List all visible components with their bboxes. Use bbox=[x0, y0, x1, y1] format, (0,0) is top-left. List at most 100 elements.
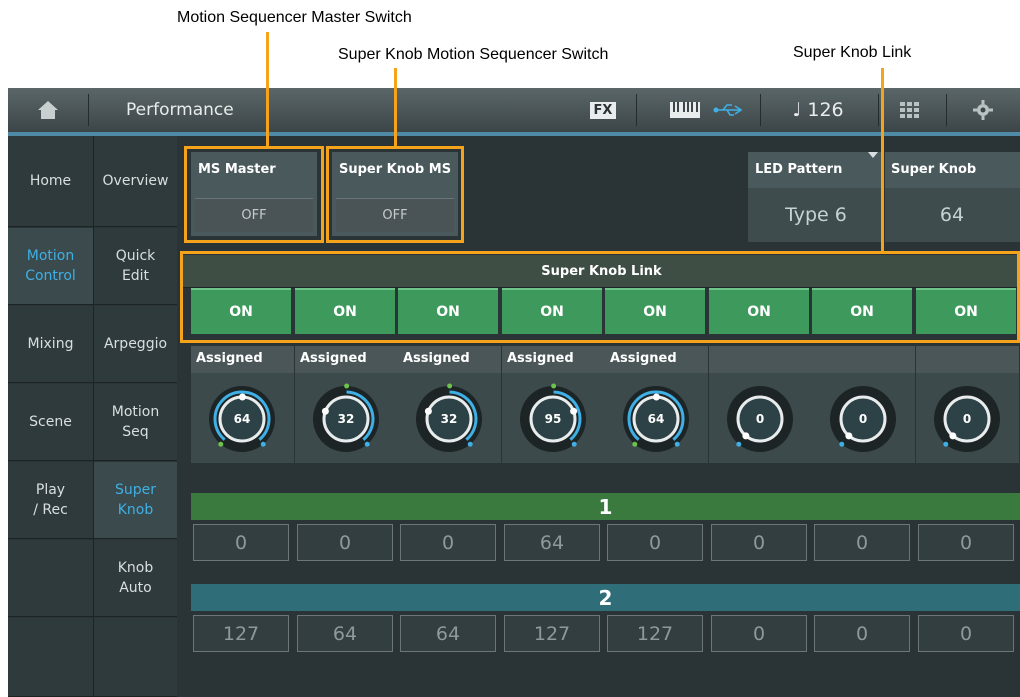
knob-value: 95 bbox=[545, 412, 562, 426]
annotation-super-knob-ms: Super Knob Motion Sequencer Switch bbox=[338, 46, 609, 63]
part2-value-cell[interactable]: 127 bbox=[193, 615, 289, 652]
super-knob-value[interactable]: 64 bbox=[884, 192, 1020, 238]
part-2-header: 2 bbox=[191, 584, 1020, 611]
nav-primary-item[interactable]: Play / Rec bbox=[8, 462, 93, 539]
part1-value-cell[interactable]: 0 bbox=[193, 524, 289, 561]
super-knob-label: Super Knob bbox=[891, 162, 977, 177]
part1-value-cell[interactable]: 0 bbox=[607, 524, 703, 561]
nav-secondary-item[interactable]: Overview bbox=[94, 136, 177, 227]
fx-indicator[interactable]: FX bbox=[582, 88, 624, 132]
ms-master-button[interactable]: OFF bbox=[195, 198, 313, 232]
grid-icon[interactable] bbox=[890, 88, 930, 132]
knob-min-marker bbox=[632, 441, 638, 447]
knob-min-marker bbox=[218, 441, 224, 447]
chevron-down-icon bbox=[868, 152, 878, 158]
part1-value-cell[interactable]: 64 bbox=[504, 524, 600, 561]
link-on-button[interactable]: ON bbox=[916, 288, 1016, 334]
part2-value-cell[interactable]: 127 bbox=[607, 615, 703, 652]
knob-dial[interactable]: 64 bbox=[605, 373, 708, 463]
nav-primary-item[interactable]: Scene bbox=[8, 384, 93, 461]
knob-max-marker bbox=[260, 441, 266, 447]
knob-dial[interactable]: 32 bbox=[398, 373, 501, 463]
knob-assign-label bbox=[916, 346, 1019, 373]
knob-pointer bbox=[742, 432, 750, 440]
nav-secondary-item[interactable] bbox=[94, 618, 177, 697]
knob-dial[interactable]: 95 bbox=[502, 373, 605, 463]
home-icon[interactable] bbox=[8, 88, 88, 132]
knob-column: 0 bbox=[709, 346, 812, 463]
link-on-button[interactable]: ON bbox=[398, 288, 498, 334]
link-on-button[interactable]: ON bbox=[295, 288, 395, 334]
page-title: Performance bbox=[126, 100, 234, 120]
led-pattern-label: LED Pattern bbox=[755, 162, 843, 177]
knob-max-marker bbox=[839, 441, 845, 447]
part1-value-cell[interactable]: 0 bbox=[400, 524, 496, 561]
knob-min-marker bbox=[551, 383, 557, 389]
part1-value-cell[interactable]: 0 bbox=[918, 524, 1014, 561]
ms-master-panel: MS Master OFF bbox=[191, 152, 317, 236]
knob-column: Assigned 64 bbox=[605, 346, 708, 463]
part1-value-cell[interactable]: 0 bbox=[297, 524, 393, 561]
nav-secondary-item[interactable]: Quick Edit bbox=[94, 228, 177, 305]
part1-value-cell[interactable]: 0 bbox=[814, 524, 910, 561]
knob-column: Assigned 32 bbox=[295, 346, 398, 463]
part2-value-cell[interactable]: 0 bbox=[918, 615, 1014, 652]
knob-dial[interactable]: 32 bbox=[295, 373, 398, 463]
nav-divider bbox=[93, 136, 94, 697]
knob-assign-label: Assigned bbox=[502, 346, 605, 373]
part2-value-cell[interactable]: 0 bbox=[814, 615, 910, 652]
annotation-line-ms-master bbox=[266, 32, 269, 146]
annotation-ms-master: Motion Sequencer Master Switch bbox=[177, 9, 412, 26]
knob-dial[interactable]: 0 bbox=[812, 373, 915, 463]
super-knob-ms-button[interactable]: OFF bbox=[336, 198, 454, 232]
knob-max-marker bbox=[571, 441, 577, 447]
tempo-display[interactable]: ♩ 126 bbox=[778, 88, 858, 132]
knob-column: Assigned 32 bbox=[398, 346, 501, 463]
nav-secondary-item[interactable]: Super Knob bbox=[94, 462, 177, 539]
knob-assign-label bbox=[812, 346, 915, 373]
fx-label: FX bbox=[589, 101, 617, 119]
link-on-button[interactable]: ON bbox=[812, 288, 912, 334]
knob-dial[interactable]: 64 bbox=[191, 373, 294, 463]
super-knob-ms-label: Super Knob MS bbox=[339, 162, 452, 177]
link-on-button[interactable]: ON bbox=[502, 288, 602, 334]
led-pattern-value[interactable]: Type 6 bbox=[748, 192, 884, 238]
nav-primary-item[interactable]: Mixing bbox=[8, 306, 93, 383]
part-1-header: 1 bbox=[191, 493, 1020, 520]
annotation-line-super-knob-ms bbox=[394, 68, 397, 146]
knob-assign-label: Assigned bbox=[191, 346, 294, 373]
nav-primary-item[interactable] bbox=[8, 618, 93, 697]
link-on-button[interactable]: ON bbox=[191, 288, 291, 334]
part2-value-cell[interactable]: 64 bbox=[297, 615, 393, 652]
top-bar: Performance FX ♩ 126 bbox=[8, 88, 1020, 132]
nav-secondary-item[interactable]: Knob Auto bbox=[94, 540, 177, 617]
nav-secondary-item[interactable]: Arpeggio bbox=[94, 306, 177, 383]
nav-primary-item[interactable]: Motion Control bbox=[8, 228, 93, 305]
knob-assign-label: Assigned bbox=[295, 346, 398, 373]
super-knob-link-bar: Super Knob Link bbox=[183, 255, 1020, 288]
knob-column: Assigned 95 bbox=[502, 346, 605, 463]
knob-dial[interactable]: 0 bbox=[709, 373, 812, 463]
link-on-button[interactable]: ON bbox=[709, 288, 809, 334]
knob-value: 32 bbox=[338, 412, 355, 426]
part2-value-cell[interactable]: 0 bbox=[711, 615, 807, 652]
part2-value-cell[interactable]: 127 bbox=[504, 615, 600, 652]
part1-value-cell[interactable]: 0 bbox=[711, 524, 807, 561]
part2-value-cell[interactable]: 64 bbox=[400, 615, 496, 652]
knob-column: Assigned 64 bbox=[191, 346, 294, 463]
nav-primary-item[interactable]: Home bbox=[8, 136, 93, 227]
link-on-button[interactable]: ON bbox=[605, 288, 705, 334]
led-super-knob-panel: LED Pattern Type 6 Super Knob 64 bbox=[748, 152, 1020, 242]
nav-secondary-item[interactable]: Motion Seq bbox=[94, 384, 177, 461]
super-knob-ms-panel: Super Knob MS OFF bbox=[332, 152, 458, 236]
knob-pointer bbox=[238, 393, 246, 401]
knob-value: 32 bbox=[441, 412, 458, 426]
knob-pointer bbox=[949, 432, 957, 440]
knob-pointer bbox=[652, 393, 660, 401]
gear-icon[interactable] bbox=[958, 88, 1008, 132]
knob-max-marker bbox=[674, 441, 680, 447]
knob-value: 0 bbox=[756, 412, 764, 426]
knob-min-marker bbox=[447, 383, 453, 389]
knob-dial[interactable]: 0 bbox=[916, 373, 1019, 463]
nav-primary-item[interactable] bbox=[8, 540, 93, 617]
